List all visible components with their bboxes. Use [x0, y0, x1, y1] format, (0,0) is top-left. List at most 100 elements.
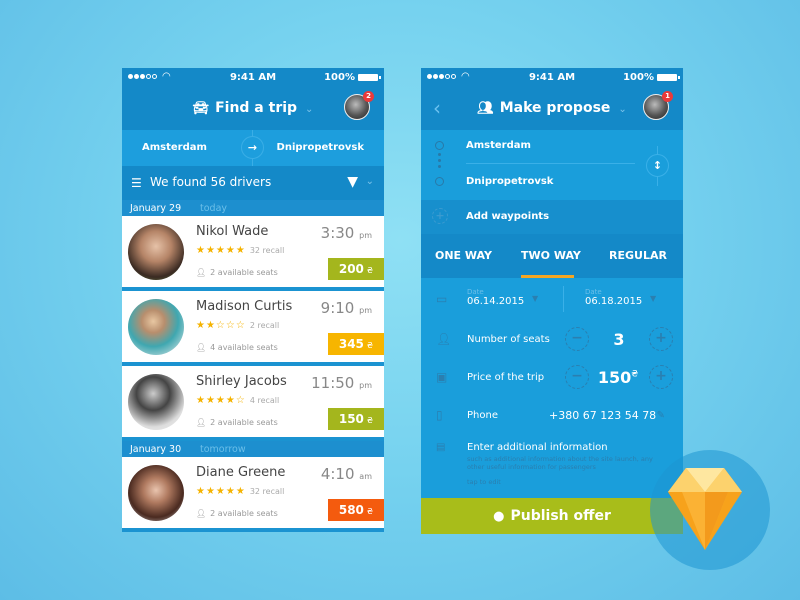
find-trip-screen: ◠ 9:41 AM 100% 🚘︎ Find a trip ⌄ 2 Amsterda…: [122, 68, 384, 532]
battery-percent: 100%: [324, 72, 355, 83]
pencil-icon[interactable]: ✎: [657, 410, 665, 421]
dates-row: ▭ Date 06.14.2015 ▼ Date 06.18.2015 ▼: [421, 286, 683, 314]
publish-offer-button[interactable]: ● Publish offer: [421, 498, 683, 534]
chevron-down-icon: ⌄: [305, 104, 314, 115]
caret-down-icon: ▼: [532, 294, 539, 303]
route-to[interactable]: Dnipropetrovsk: [277, 142, 364, 153]
destination-field[interactable]: Dnipropetrovsk: [466, 176, 553, 187]
add-waypoints-label: Add waypoints: [466, 211, 550, 222]
make-propose-screen: ◠ 9:41 AM 100% ‹ 👥︎ Make propose ⌄ 1 Amste…: [421, 68, 683, 534]
trip-type-tabs: ONE WAY TWO WAY REGULAR: [421, 234, 683, 278]
seats-label: Number of seats: [467, 334, 550, 345]
seats-value: 3: [613, 330, 625, 349]
money-icon: ▣: [436, 370, 448, 384]
calendar-icon: ▭: [436, 292, 448, 306]
additional-info-subtitle: such as additional information about the…: [467, 455, 653, 471]
day-relative: today: [200, 203, 228, 214]
route-editor: Amsterdam Dnipropetrovsk ↕: [421, 130, 683, 200]
notification-badge: 2: [363, 91, 374, 102]
tab-two-way[interactable]: TWO WAY: [521, 249, 581, 262]
return-date-select[interactable]: Date 06.18.2015 ▼: [585, 288, 656, 307]
recall-count: 2 recall: [249, 321, 280, 330]
filter-icon[interactable]: ▼: [347, 174, 358, 190]
price-row: ▣ Price of the trip − 150₴ +: [421, 362, 683, 392]
departure-time: 4:10 am: [320, 465, 372, 483]
price-decrement-button[interactable]: −: [565, 365, 589, 389]
sketch-diamond-icon: [668, 468, 742, 550]
origin-field[interactable]: Amsterdam: [466, 140, 531, 151]
person-icon: 👤︎: [196, 509, 207, 518]
recall-count: 32 recall: [249, 246, 285, 255]
nav-bar: ‹ 👥︎ Make propose ⌄ 1: [421, 88, 683, 130]
driver-card[interactable]: Diane Greene 4:10 am ★★★★★ 32 recall 👤︎ 2 …: [122, 457, 384, 529]
available-seats: 👤︎ 4 available seats: [196, 343, 278, 352]
mobile-phone-icon: ▯: [436, 408, 443, 422]
person-icon: 👤︎: [196, 268, 207, 277]
chevron-down-icon[interactable]: ⌄: [366, 176, 374, 187]
driver-photo: [128, 465, 184, 521]
screen-title: Find a trip: [215, 100, 298, 116]
car-icon: 🚘︎: [192, 101, 210, 116]
driver-name: Nikol Wade: [196, 224, 269, 239]
status-bar: ◠ 9:41 AM 100%: [122, 68, 384, 88]
profile-avatar-button[interactable]: 2: [344, 91, 374, 120]
departure-time: 3:30 pm: [320, 224, 372, 242]
price-badge: 345 ₴: [328, 333, 384, 355]
document-icon: ▤: [436, 442, 446, 453]
driver-card[interactable]: Nikol Wade 3:30 pm ★★★★★ 32 recall 👤︎ 2 av…: [122, 216, 384, 288]
swap-vertical-icon[interactable]: ↕: [646, 154, 669, 177]
available-seats: 👤︎ 2 available seats: [196, 268, 278, 277]
origin-circle-icon: [435, 141, 444, 150]
nav-bar: 🚘︎ Find a trip ⌄ 2: [122, 88, 384, 130]
phone-row[interactable]: ▯ Phone +380 67 123 54 78 ✎: [421, 404, 683, 428]
screen-title: Make propose: [499, 100, 611, 116]
departure-time: 9:10 pm: [320, 299, 372, 317]
phone-label: Phone: [467, 410, 498, 421]
tab-one-way[interactable]: ONE WAY: [435, 249, 492, 262]
rating-stars: ★★☆☆☆ 2 recall: [196, 320, 280, 331]
driver-name: Diane Greene: [196, 465, 286, 480]
tab-regular[interactable]: REGULAR: [609, 249, 667, 262]
price-increment-button[interactable]: +: [649, 365, 673, 389]
day-date: January 29: [130, 203, 182, 214]
results-bar: ☰ We found 56 drivers ▼ ⌄: [122, 166, 384, 200]
profile-avatar-button[interactable]: 1: [643, 91, 673, 120]
route-from[interactable]: Amsterdam: [142, 142, 207, 153]
departure-date-select[interactable]: Date 06.14.2015 ▼: [467, 288, 538, 307]
departure-time: 11:50 pm: [311, 374, 372, 392]
battery-icon: [657, 74, 680, 81]
tap-to-edit-hint: tap to edit: [467, 478, 501, 486]
driver-photo: [128, 224, 184, 280]
day-relative: tomorrow: [200, 444, 246, 455]
arrow-right-icon[interactable]: →: [241, 136, 264, 159]
day-header: January 29 today: [122, 200, 384, 216]
battery-icon: [358, 74, 381, 81]
notification-badge: 1: [662, 91, 673, 102]
driver-photo: [128, 299, 184, 355]
driver-photo: [128, 374, 184, 430]
price-badge: 580 ₴: [328, 499, 384, 521]
day-date: January 30: [130, 444, 182, 455]
propose-form: ▭ Date 06.14.2015 ▼ Date 06.18.2015 ▼ 👤︎…: [421, 278, 683, 490]
plus-icon: +: [432, 208, 448, 224]
group-icon: 👥︎: [477, 101, 494, 116]
additional-info-row[interactable]: ▤ Enter additional information such as a…: [421, 442, 683, 488]
available-seats: 👤︎ 2 available seats: [196, 418, 278, 427]
day-header: January 30 tomorrow: [122, 441, 384, 457]
driver-card[interactable]: Madison Curtis 9:10 pm ★★☆☆☆ 2 recall 👤︎ 4…: [122, 291, 384, 363]
recall-count: 32 recall: [249, 487, 285, 496]
person-icon: 👤︎: [436, 332, 452, 346]
seats-increment-button[interactable]: +: [649, 327, 673, 351]
driver-name: Madison Curtis: [196, 299, 293, 314]
list-icon[interactable]: ☰: [131, 176, 142, 190]
phone-value: +380 67 123 54 78: [549, 409, 657, 422]
rating-stars: ★★★★☆ 4 recall: [196, 395, 280, 406]
results-count: We found 56 drivers: [150, 175, 272, 189]
person-icon: 👤︎: [196, 343, 207, 352]
publish-label: Publish offer: [510, 508, 611, 524]
rating-stars: ★★★★★ 32 recall: [196, 486, 285, 497]
add-waypoints-row[interactable]: + Add waypoints: [421, 200, 683, 234]
seats-decrement-button[interactable]: −: [565, 327, 589, 351]
rating-stars: ★★★★★ 32 recall: [196, 245, 285, 256]
driver-card[interactable]: Shirley Jacobs 11:50 pm ★★★★☆ 4 recall 👤︎…: [122, 366, 384, 438]
